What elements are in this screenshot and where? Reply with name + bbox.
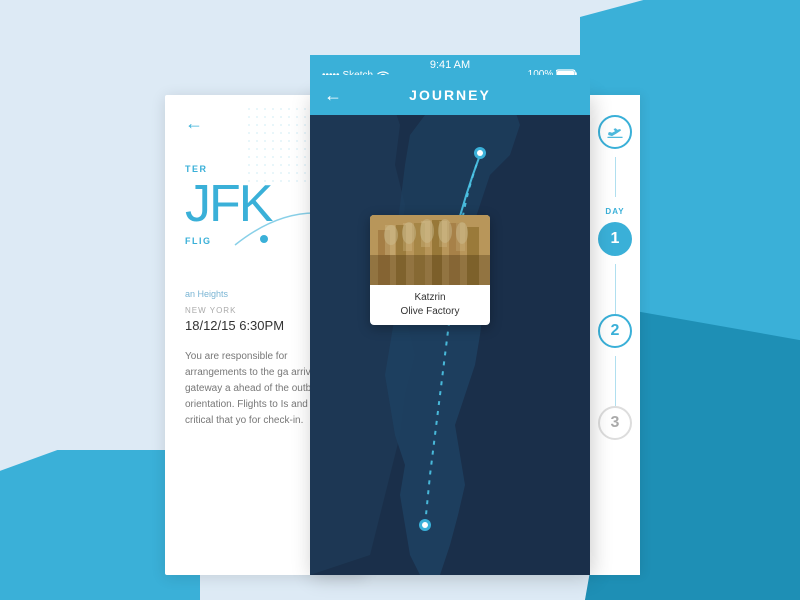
heights-label: an Heights [185,289,228,299]
map-svg [310,95,590,575]
timeline-connector-2 [615,264,616,314]
right-timeline-panel: DAY 1 2 3 [590,95,640,575]
day-1-bubble[interactable]: 1 [598,222,632,256]
day-label: DAY [605,207,624,216]
day-3-bubble[interactable]: 3 [598,406,632,440]
back-button[interactable]: ← [324,85,342,106]
status-time: 9:41 AM [430,59,470,71]
nav-bar: ← JOURNEY [310,75,590,115]
plane-landing-icon [606,123,624,141]
arch-svg [370,215,490,285]
timeline-connector-1 [615,157,616,197]
popup-location-name: Katzrin [378,291,482,305]
back-button-left[interactable]: ← [185,113,203,134]
map-panel: Katzrin Olive Factory [310,95,590,575]
popup-label: Katzrin Olive Factory [370,285,490,325]
timeline-connector-3 [615,356,616,406]
transport-icon [598,115,632,149]
route-dot [260,235,268,243]
location-popup[interactable]: Katzrin Olive Factory [370,215,490,325]
day-2-bubble[interactable]: 2 [598,314,632,348]
popup-location-sub: Olive Factory [378,305,482,319]
page-title: JOURNEY [409,87,491,103]
popup-image [370,215,490,285]
